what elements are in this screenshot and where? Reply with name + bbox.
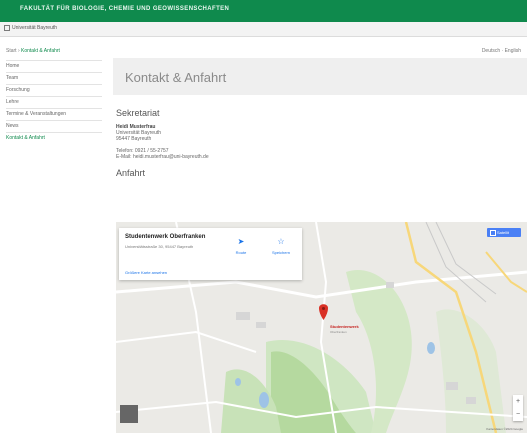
breadcrumb-current[interactable]: Kontakt & Anfahrt — [21, 48, 60, 54]
sidebar-item-kontakt[interactable]: Kontakt & Anfahrt — [6, 132, 102, 144]
address-block: Heidi Musterfrau Universität Bayreuth 95… — [116, 124, 521, 142]
place-card: Studentenwerk Oberfranken Universitätsst… — [119, 228, 302, 280]
route-button[interactable]: ➤ Route — [227, 237, 255, 256]
pin-sublabel: Oberfranken — [330, 330, 347, 334]
university-label[interactable]: Universität Bayreuth — [12, 25, 57, 31]
zoom-control: + − — [513, 395, 523, 421]
faculty-header: FAKULTÄT FÜR BIOLOGIE, CHEMIE UND GEOWIS… — [0, 0, 527, 22]
place-name: Studentenwerk Oberfranken — [125, 234, 206, 240]
save-button[interactable]: ☆ Speichern — [267, 237, 295, 256]
bigger-map-link[interactable]: Größere Karte ansehen — [125, 270, 167, 275]
breadcrumb-home[interactable]: Start — [6, 48, 17, 54]
map-type-label: Satellit — [497, 230, 510, 235]
breadcrumb: Start › Kontakt & Anfahrt — [6, 48, 60, 54]
zoom-out-button[interactable]: − — [513, 408, 523, 421]
map-type-button[interactable]: Satellit — [487, 228, 521, 237]
page-title: Kontakt & Anfahrt — [125, 70, 227, 85]
bookmark-icon: ☆ — [277, 237, 285, 246]
faculty-title[interactable]: FAKULTÄT FÜR BIOLOGIE, CHEMIE UND GEOWIS… — [20, 6, 229, 12]
map-attribution[interactable]: Kartendaten ©2024 Google — [486, 427, 523, 431]
embedded-map[interactable]: Studentenwerk Oberfranken Universitätsst… — [116, 222, 527, 433]
sidebar-item-forschung[interactable]: Forschung — [6, 84, 102, 96]
sidebar-item-termine[interactable]: Termine & Veranstaltungen — [6, 108, 102, 120]
sidebar-menu: Home Team Forschung Lehre Termine & Vera… — [6, 60, 102, 144]
sidebar-item-news[interactable]: News — [6, 120, 102, 132]
contact-email[interactable]: E-Mail: heidi.musterfrau@uni-bayreuth.de — [116, 154, 521, 160]
zoom-in-button[interactable]: + — [513, 395, 523, 408]
language-switch[interactable]: Deutsch · English — [482, 48, 521, 54]
directions-heading: Anfahrt — [116, 168, 146, 178]
qr-code-icon — [120, 405, 138, 423]
sidebar-item-lehre[interactable]: Lehre — [6, 96, 102, 108]
contact-details: Telefon: 0921 / 55-2757 E-Mail: heidi.mu… — [116, 148, 521, 160]
route-label: Route — [235, 250, 247, 255]
main-content: Sekretariat Heidi Musterfrau Universität… — [116, 108, 521, 184]
sidebar-item-home[interactable]: Home — [6, 60, 102, 72]
route-icon: ➤ — [237, 237, 245, 246]
university-bar: Universität Bayreuth — [0, 22, 527, 37]
pin-label[interactable]: Studentenwerk — [330, 324, 359, 329]
contact-city: 95447 Bayreuth — [116, 136, 152, 142]
expand-icon[interactable] — [4, 25, 10, 31]
page-title-box: Kontakt & Anfahrt — [113, 58, 527, 95]
layers-icon — [490, 230, 496, 236]
sidebar-item-team[interactable]: Team — [6, 72, 102, 84]
save-label: Speichern — [271, 250, 290, 255]
place-address: Universitätsstraße 30, 95447 Bayreuth — [125, 244, 194, 249]
secretariat-heading: Sekretariat — [116, 108, 160, 118]
